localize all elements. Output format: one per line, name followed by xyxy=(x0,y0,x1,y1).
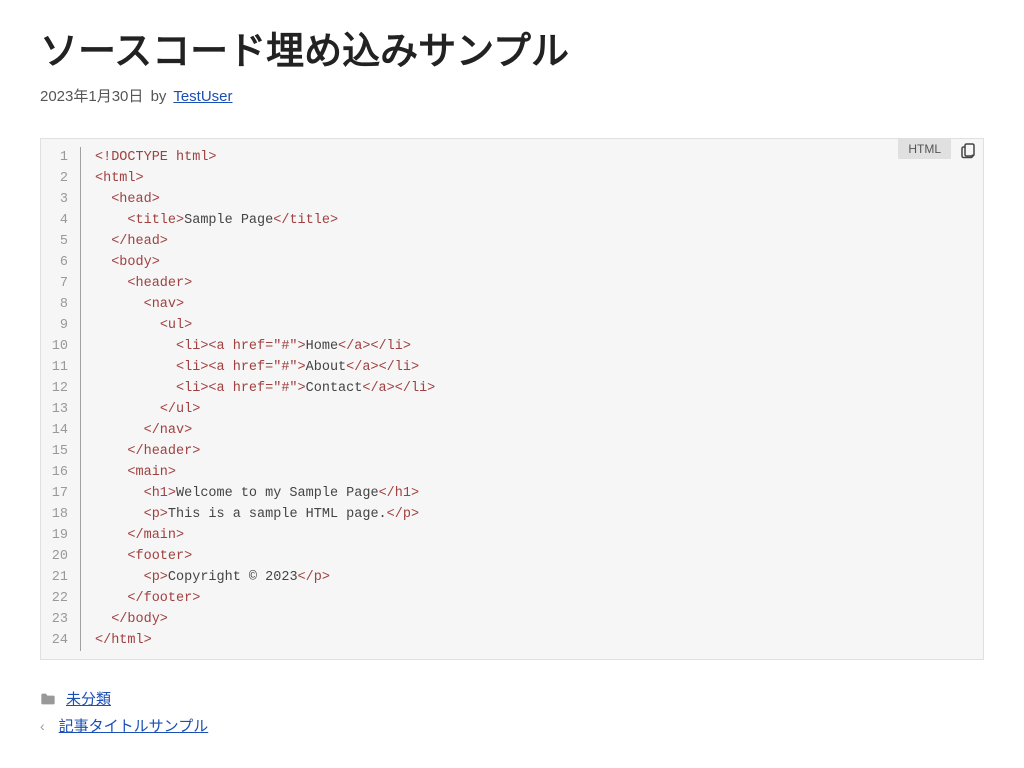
line-content: <head> xyxy=(81,189,983,210)
code-line: 9 <ul> xyxy=(41,315,983,336)
line-number: 1 xyxy=(41,147,81,168)
line-number: 4 xyxy=(41,210,81,231)
line-number: 17 xyxy=(41,483,81,504)
code-line: 16 <main> xyxy=(41,462,983,483)
post-meta: 2023年1月30日 by TestUser xyxy=(40,85,984,106)
copy-button[interactable] xyxy=(959,141,979,161)
line-number: 19 xyxy=(41,525,81,546)
code-line: 13 </ul> xyxy=(41,399,983,420)
code-line: 2<html> xyxy=(41,168,983,189)
code-line: 4 <title>Sample Page</title> xyxy=(41,210,983,231)
line-content: <h1>Welcome to my Sample Page</h1> xyxy=(81,483,983,504)
by-label: by xyxy=(151,88,167,105)
line-number: 16 xyxy=(41,462,81,483)
line-number: 11 xyxy=(41,357,81,378)
code-line: 18 <p>This is a sample HTML page.</p> xyxy=(41,504,983,525)
line-number: 14 xyxy=(41,420,81,441)
line-number: 7 xyxy=(41,273,81,294)
code-line: 7 <header> xyxy=(41,273,983,294)
line-content: <title>Sample Page</title> xyxy=(81,210,983,231)
line-content: <main> xyxy=(81,462,983,483)
line-content: </head> xyxy=(81,231,983,252)
code-line: 6 <body> xyxy=(41,252,983,273)
line-content: </nav> xyxy=(81,420,983,441)
line-content: <li><a href="#">Contact</a></li> xyxy=(81,378,983,399)
line-number: 12 xyxy=(41,378,81,399)
prev-post-row: ‹ 記事タイトルサンプル xyxy=(40,715,984,736)
line-content: <nav> xyxy=(81,294,983,315)
code-line: 15 </header> xyxy=(41,441,983,462)
code-line: 12 <li><a href="#">Contact</a></li> xyxy=(41,378,983,399)
code-line: 3 <head> xyxy=(41,189,983,210)
code-line: 17 <h1>Welcome to my Sample Page</h1> xyxy=(41,483,983,504)
prev-post-link[interactable]: 記事タイトルサンプル xyxy=(59,715,209,736)
code-line: 20 <footer> xyxy=(41,546,983,567)
line-number: 18 xyxy=(41,504,81,525)
code-line: 23 </body> xyxy=(41,609,983,630)
line-content: </ul> xyxy=(81,399,983,420)
line-number: 15 xyxy=(41,441,81,462)
code-line: 5 </head> xyxy=(41,231,983,252)
code-line: 24</html> xyxy=(41,630,983,651)
author-link[interactable]: TestUser xyxy=(173,88,232,105)
line-content: </main> xyxy=(81,525,983,546)
code-line: 21 <p>Copyright © 2023</p> xyxy=(41,567,983,588)
code-line: 1<!DOCTYPE html> xyxy=(41,147,983,168)
code-language-label: HTML xyxy=(898,139,951,159)
line-number: 9 xyxy=(41,315,81,336)
line-number: 23 xyxy=(41,609,81,630)
line-number: 20 xyxy=(41,546,81,567)
line-content: </header> xyxy=(81,441,983,462)
code-line: 11 <li><a href="#">About</a></li> xyxy=(41,357,983,378)
chevron-left-icon: ‹ xyxy=(40,718,45,734)
code-line: 19 </main> xyxy=(41,525,983,546)
post-footer-meta: 未分類 ‹ 記事タイトルサンプル xyxy=(40,688,984,736)
line-number: 8 xyxy=(41,294,81,315)
line-content: <p>Copyright © 2023</p> xyxy=(81,567,983,588)
code-line: 14 </nav> xyxy=(41,420,983,441)
line-content: </footer> xyxy=(81,588,983,609)
line-number: 2 xyxy=(41,168,81,189)
line-number: 6 xyxy=(41,252,81,273)
clipboard-icon xyxy=(959,146,977,163)
line-content: <ul> xyxy=(81,315,983,336)
category-link[interactable]: 未分類 xyxy=(66,688,111,709)
post-date: 2023年1月30日 xyxy=(40,88,143,105)
line-content: <header> xyxy=(81,273,983,294)
line-number: 10 xyxy=(41,336,81,357)
line-number: 3 xyxy=(41,189,81,210)
line-content: <footer> xyxy=(81,546,983,567)
line-number: 24 xyxy=(41,630,81,651)
line-content: </html> xyxy=(81,630,983,651)
line-content: <body> xyxy=(81,252,983,273)
code-table: 1<!DOCTYPE html>2<html>3 <head>4 <title>… xyxy=(41,147,983,651)
page-title: ソースコード埋め込みサンプル xyxy=(40,20,984,75)
line-number: 22 xyxy=(41,588,81,609)
line-number: 5 xyxy=(41,231,81,252)
code-line: 8 <nav> xyxy=(41,294,983,315)
folder-icon xyxy=(40,692,56,706)
line-content: <html> xyxy=(81,168,983,189)
code-line: 22 </footer> xyxy=(41,588,983,609)
line-content: <!DOCTYPE html> xyxy=(81,147,983,168)
category-row: 未分類 xyxy=(40,688,984,709)
code-block: HTML 1<!DOCTYPE html>2<html>3 <head>4 <t… xyxy=(40,138,984,660)
line-content: <li><a href="#">About</a></li> xyxy=(81,357,983,378)
line-number: 13 xyxy=(41,399,81,420)
line-content: <p>This is a sample HTML page.</p> xyxy=(81,504,983,525)
code-line: 10 <li><a href="#">Home</a></li> xyxy=(41,336,983,357)
line-content: <li><a href="#">Home</a></li> xyxy=(81,336,983,357)
line-number: 21 xyxy=(41,567,81,588)
line-content: </body> xyxy=(81,609,983,630)
